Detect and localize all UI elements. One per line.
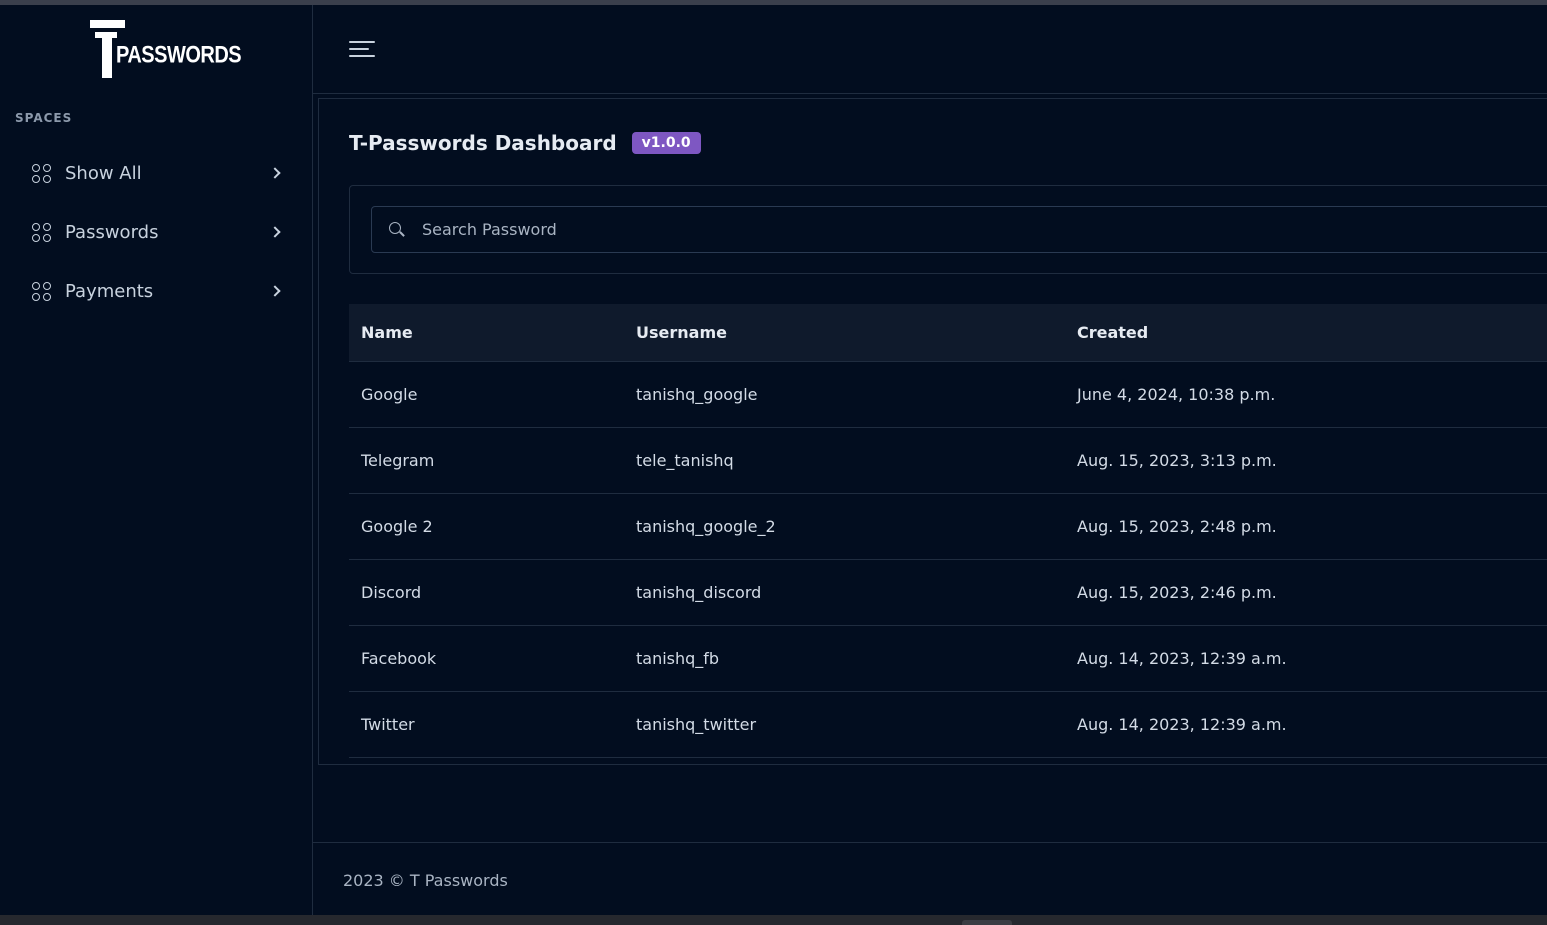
table-row[interactable]: Facebook tanishq_fb Aug. 14, 2023, 12:39… bbox=[349, 625, 1547, 691]
table-row[interactable]: Telegram tele_tanishq Aug. 15, 2023, 3:1… bbox=[349, 427, 1547, 493]
search-icon bbox=[389, 222, 405, 238]
grid-icon bbox=[32, 164, 51, 183]
sidebar-item-label: Show All bbox=[65, 163, 142, 184]
sidebar-item-show-all[interactable]: Show All bbox=[0, 143, 312, 202]
footer-copyright: 2023 © T Passwords bbox=[343, 871, 508, 890]
sidebar-item-passwords[interactable]: Passwords bbox=[0, 202, 312, 261]
cell-username: tanishq_fb bbox=[636, 648, 720, 668]
page-title: T-Passwords Dashboard bbox=[349, 131, 617, 155]
search-input[interactable] bbox=[422, 207, 1522, 252]
version-badge: v1.0.0 bbox=[631, 132, 701, 154]
cell-name: Google bbox=[361, 384, 418, 404]
logo-text: PASSWORDS bbox=[116, 42, 242, 69]
column-header-name[interactable]: Name bbox=[349, 304, 624, 361]
search-field[interactable] bbox=[371, 206, 1547, 253]
topbar bbox=[313, 5, 1547, 94]
window-handle bbox=[962, 920, 1012, 925]
table-row[interactable]: Twitter tanishq_twitter Aug. 14, 2023, 1… bbox=[349, 691, 1547, 757]
cell-username: tanishq_discord bbox=[636, 582, 762, 602]
cell-created: June 4, 2024, 10:38 p.m. bbox=[1077, 384, 1276, 404]
brand-logo[interactable]: PASSWORDS bbox=[90, 20, 242, 82]
cell-created: Aug. 15, 2023, 2:46 p.m. bbox=[1077, 582, 1277, 602]
cell-created: Aug. 14, 2023, 12:39 a.m. bbox=[1077, 714, 1287, 734]
column-header-created[interactable]: Created bbox=[1065, 304, 1547, 361]
cell-created: Aug. 15, 2023, 2:48 p.m. bbox=[1077, 516, 1277, 536]
cell-username: tele_tanishq bbox=[636, 450, 734, 470]
hamburger-menu-icon[interactable] bbox=[349, 41, 375, 59]
cell-name: Facebook bbox=[361, 648, 437, 668]
footer: 2023 © T Passwords bbox=[313, 842, 1547, 915]
chevron-right-icon bbox=[269, 226, 281, 238]
sidebar-item-label: Payments bbox=[65, 281, 154, 302]
search-panel bbox=[349, 185, 1547, 274]
window-bottom-strip bbox=[0, 915, 1547, 925]
logo-t-bar-icon bbox=[90, 20, 125, 28]
column-header-username[interactable]: Username bbox=[624, 304, 1065, 361]
sidebar-nav: Show All Passwords Payments bbox=[0, 143, 312, 320]
chevron-right-icon bbox=[269, 285, 281, 297]
table-row[interactable]: Google tanishq_google June 4, 2024, 10:3… bbox=[349, 361, 1547, 427]
cell-username: tanishq_twitter bbox=[636, 714, 757, 734]
table-row[interactable]: Google 2 tanishq_google_2 Aug. 15, 2023,… bbox=[349, 493, 1547, 559]
sidebar-item-payments[interactable]: Payments bbox=[0, 261, 312, 320]
dashboard-card: T-Passwords Dashboard v1.0.0 Name Userna… bbox=[318, 98, 1547, 765]
grid-icon bbox=[32, 223, 51, 242]
table-header-row: Name Username Created bbox=[349, 304, 1547, 361]
table-row[interactable]: Discord tanishq_discord Aug. 15, 2023, 2… bbox=[349, 559, 1547, 625]
cell-username: tanishq_google bbox=[636, 384, 758, 404]
passwords-table: Name Username Created Google tanishq_goo… bbox=[349, 304, 1547, 758]
sidebar-item-label: Passwords bbox=[65, 222, 159, 243]
sidebar: PASSWORDS SPACES Show All Passwords Paym… bbox=[0, 5, 313, 915]
cell-name: Google 2 bbox=[361, 516, 433, 536]
logo-t-stem-icon bbox=[102, 38, 112, 78]
cell-created: Aug. 14, 2023, 12:39 a.m. bbox=[1077, 648, 1287, 668]
chevron-right-icon bbox=[269, 167, 281, 179]
cell-name: Telegram bbox=[361, 450, 435, 470]
cell-name: Twitter bbox=[361, 714, 415, 734]
title-row: T-Passwords Dashboard v1.0.0 bbox=[349, 131, 701, 155]
cell-created: Aug. 15, 2023, 3:13 p.m. bbox=[1077, 450, 1277, 470]
grid-icon bbox=[32, 282, 51, 301]
cell-name: Discord bbox=[361, 582, 422, 602]
cell-username: tanishq_google_2 bbox=[636, 516, 776, 536]
sidebar-section-label: SPACES bbox=[15, 111, 73, 125]
